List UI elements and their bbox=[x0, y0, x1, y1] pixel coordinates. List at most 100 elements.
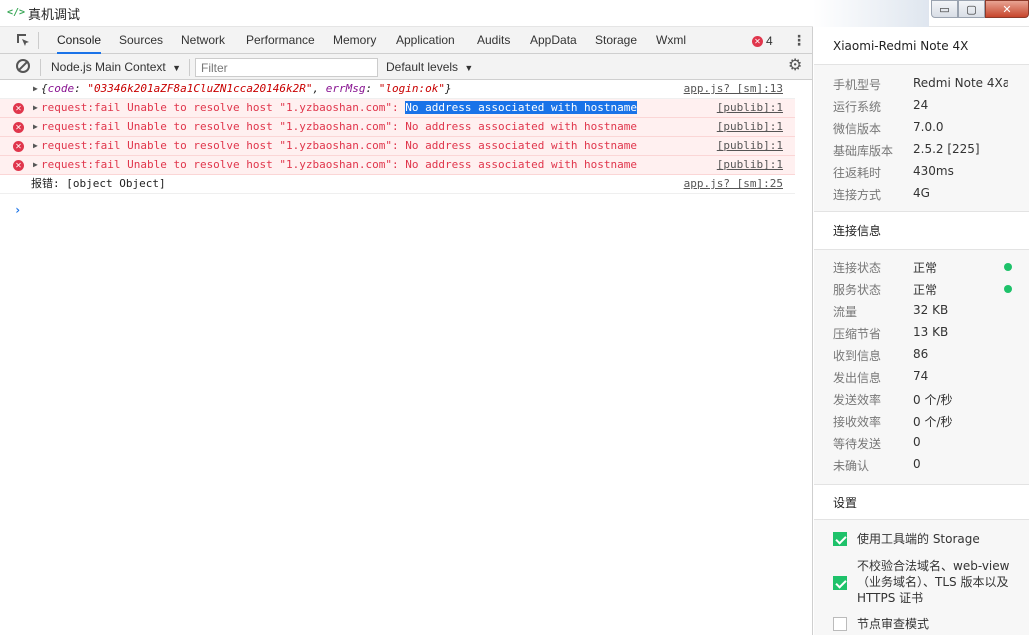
gear-icon[interactable]: ⚙ bbox=[788, 58, 802, 74]
conn-row: 发出信息 74 bbox=[833, 369, 929, 385]
node-inspect-mode-checkbox[interactable] bbox=[833, 617, 847, 631]
info-row: 基础库版本 2.5.2 [225] bbox=[833, 142, 980, 158]
tab-sources[interactable]: Sources bbox=[119, 27, 163, 54]
settings-section-title: 设置 bbox=[833, 496, 858, 510]
connection-info-section: 连接状态 正常 服务状态 正常 流量 32 KB 压缩节省 13 KB 收到信息 86 发… bbox=[814, 249, 1029, 485]
error-icon: ✕ bbox=[13, 160, 24, 171]
tab-memory[interactable]: Memory bbox=[333, 27, 376, 54]
context-select-value: Node.js Main Context bbox=[51, 60, 166, 74]
filter-input[interactable] bbox=[195, 58, 378, 77]
tab-application[interactable]: Application bbox=[396, 27, 455, 54]
source-link[interactable]: app.js? [sm]:13 bbox=[684, 80, 783, 98]
conn-row: 接收效率 0 个/秒 bbox=[833, 415, 953, 429]
conn-row: 压缩节省 13 KB bbox=[833, 325, 949, 341]
devtools-pane: Console Sources Network Performance Memo… bbox=[0, 27, 813, 635]
console-output: ▶ {code: "03346k201aZF8a1CluZN1cca20146k… bbox=[0, 80, 812, 635]
console-row: ▶ {code: "03346k201aZF8a1CluZN1cca20146k… bbox=[0, 80, 795, 99]
info-row: 微信版本 7.0.0 bbox=[833, 120, 944, 136]
skip-domain-check-checkbox[interactable] bbox=[833, 576, 847, 590]
error-count: 4 bbox=[766, 34, 773, 48]
close-icon: ✕ bbox=[1002, 3, 1012, 16]
error-message[interactable]: request:fail Unable to resolve host "1.y… bbox=[41, 156, 637, 174]
error-icon: ✕ bbox=[13, 122, 24, 133]
source-link[interactable]: [publib]:1 bbox=[717, 156, 783, 174]
source-link[interactable]: app.js? [sm]:25 bbox=[684, 175, 783, 193]
chevron-down-icon: ▼ bbox=[464, 63, 474, 73]
console-error-row: ✕ ▶ request:fail Unable to resolve host … bbox=[0, 137, 795, 156]
tab-storage[interactable]: Storage bbox=[595, 27, 637, 54]
tab-console[interactable]: Console bbox=[57, 27, 102, 54]
title-bar-background bbox=[813, 0, 929, 27]
minimize-icon: ▭ bbox=[939, 3, 950, 16]
conn-row: 发送效率 0 个/秒 bbox=[833, 393, 953, 407]
tab-performance[interactable]: Performance bbox=[246, 27, 315, 54]
console-toolbar: Node.js Main Context ▼ Default levels ▼ … bbox=[0, 54, 812, 80]
expand-triangle-icon[interactable]: ▶ bbox=[33, 99, 38, 117]
status-ok-dot-icon bbox=[1004, 263, 1012, 271]
use-tool-storage-label[interactable]: 使用工具端的 Storage bbox=[857, 531, 1017, 547]
error-icon: ✕ bbox=[13, 141, 24, 152]
source-link[interactable]: [publib]:1 bbox=[717, 137, 783, 155]
conn-row: 流量 32 KB bbox=[833, 303, 949, 319]
log-object[interactable]: {code: "03346k201aZF8a1CluZN1cca20146k2R… bbox=[41, 80, 452, 98]
maximize-button[interactable]: ▢ bbox=[958, 0, 985, 18]
log-message[interactable]: 报错: [object Object] bbox=[31, 175, 166, 193]
error-message[interactable]: request:fail Unable to resolve host "1.y… bbox=[41, 118, 637, 136]
tab-appdata[interactable]: AppData bbox=[530, 27, 577, 54]
console-error-row: ✕ ▶ request:fail Unable to resolve host … bbox=[0, 156, 795, 175]
skip-domain-check-label[interactable]: 不校验合法域名、web-view（业务域名）、TLS 版本以及 HTTPS 证书 bbox=[857, 558, 1017, 606]
settings-section: 使用工具端的 Storage 不校验合法域名、web-view（业务域名）、TL… bbox=[814, 519, 1029, 635]
conn-row: 服务状态 正常 bbox=[833, 281, 1018, 299]
device-info-panel: Xiaomi-Redmi Note 4X 手机型号Redmi Note 4Xa.… bbox=[814, 27, 1029, 635]
inspect-element-icon[interactable] bbox=[15, 32, 31, 48]
console-row: 报错: [object Object] app.js? [sm]:25 bbox=[0, 175, 795, 194]
console-error-row: ✕ ▶ request:fail Unable to resolve host … bbox=[0, 118, 795, 137]
info-row: 往返耗时 430ms bbox=[833, 164, 954, 180]
conn-row: 收到信息 86 bbox=[833, 347, 929, 363]
log-levels-select[interactable]: Default levels ▼ bbox=[386, 60, 473, 74]
info-row: 运行系统 24 bbox=[833, 98, 929, 114]
device-name: Xiaomi-Redmi Note 4X bbox=[833, 39, 969, 53]
node-inspect-mode-label[interactable]: 节点审查模式 bbox=[857, 616, 1017, 632]
tab-separator bbox=[38, 32, 39, 49]
toolbar-separator bbox=[189, 59, 190, 76]
tab-wxml[interactable]: Wxml bbox=[656, 27, 686, 54]
error-message[interactable]: request:fail Unable to resolve host "1.y… bbox=[41, 99, 638, 117]
error-icon: ✕ bbox=[752, 35, 763, 47]
source-link[interactable]: [publib]:1 bbox=[717, 99, 783, 117]
context-select[interactable]: Node.js Main Context ▼ bbox=[51, 60, 181, 74]
log-levels-value: Default levels bbox=[386, 60, 459, 74]
source-link[interactable]: [publib]:1 bbox=[717, 118, 783, 136]
expand-triangle-icon[interactable]: ▶ bbox=[33, 80, 38, 98]
chevron-down-icon: ▼ bbox=[172, 63, 181, 73]
maximize-icon: ▢ bbox=[966, 3, 977, 16]
console-prompt-icon[interactable]: › bbox=[14, 203, 21, 217]
expand-triangle-icon[interactable]: ▶ bbox=[33, 137, 38, 155]
tab-network[interactable]: Network bbox=[181, 27, 225, 54]
info-row: 手机型号Redmi Note 4Xa... bbox=[833, 76, 1008, 92]
clear-console-icon[interactable] bbox=[16, 59, 30, 73]
devtools-tab-bar: Console Sources Network Performance Memo… bbox=[0, 27, 812, 54]
info-row: 连接方式 4G bbox=[833, 186, 930, 202]
status-ok-dot-icon bbox=[1004, 285, 1012, 293]
expand-triangle-icon[interactable]: ▶ bbox=[33, 118, 38, 136]
conn-row: 连接状态 正常 bbox=[833, 259, 1018, 277]
title-bar: </> 真机调试 ▭ ▢ ✕ bbox=[0, 0, 1029, 27]
minimize-button[interactable]: ▭ bbox=[931, 0, 958, 18]
error-counter[interactable]: ✕ 4 bbox=[752, 34, 773, 48]
close-button[interactable]: ✕ bbox=[985, 0, 1029, 18]
device-info-section: 手机型号Redmi Note 4Xa... 运行系统24 微信版本7.0.0 基… bbox=[814, 64, 1029, 212]
tab-audits[interactable]: Audits bbox=[477, 27, 510, 54]
window-title: 真机调试 bbox=[28, 8, 81, 23]
error-message[interactable]: request:fail Unable to resolve host "1.y… bbox=[41, 137, 637, 155]
console-error-row: ✕ ▶ request:fail Unable to resolve host … bbox=[0, 99, 795, 118]
connection-section-title: 连接信息 bbox=[833, 224, 882, 238]
more-options-icon[interactable]: ⋮ bbox=[792, 32, 806, 49]
use-tool-storage-checkbox[interactable] bbox=[833, 532, 847, 546]
expand-triangle-icon[interactable]: ▶ bbox=[33, 156, 38, 174]
devtools-app-icon: </> bbox=[7, 7, 26, 18]
conn-row: 未确认 0 bbox=[833, 457, 921, 473]
toolbar-separator bbox=[40, 59, 41, 76]
error-icon: ✕ bbox=[13, 103, 24, 114]
conn-row: 等待发送 0 bbox=[833, 435, 921, 451]
